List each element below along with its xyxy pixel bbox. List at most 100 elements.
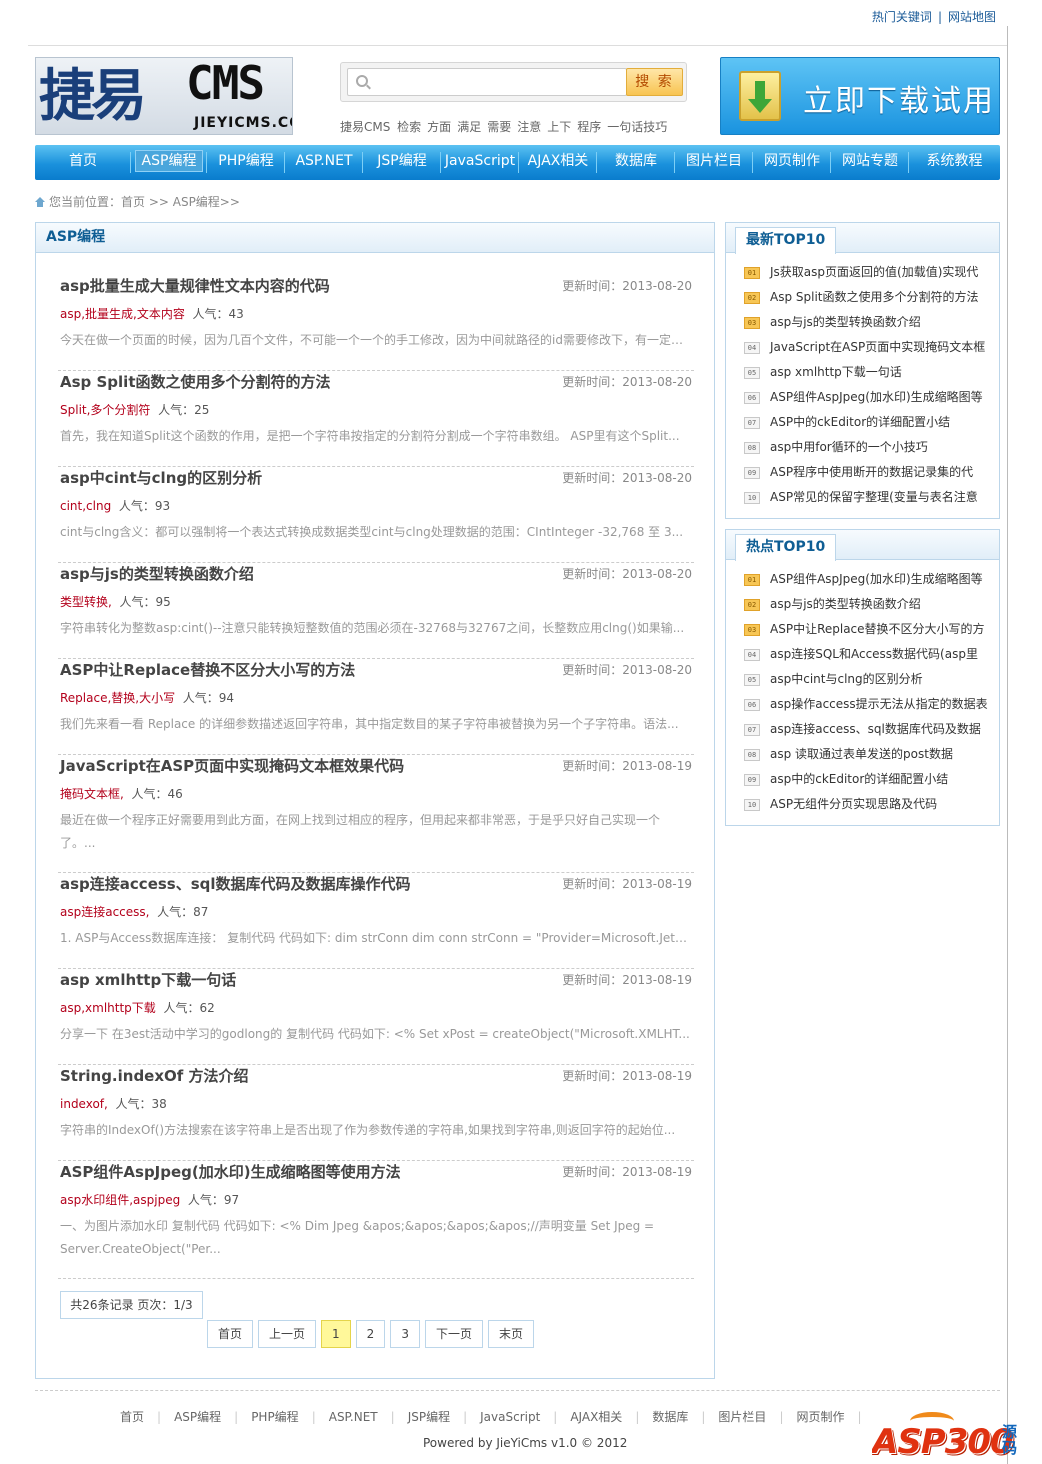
article-title-link[interactable]: String.indexOf 方法介绍	[60, 1065, 249, 1086]
hot-word[interactable]: 注意	[517, 120, 541, 134]
side-list-item[interactable]: 08 asp中用for循环的一个小技巧	[744, 435, 999, 460]
hot-word[interactable]: 程序	[577, 120, 601, 134]
side-list-item[interactable]: 05 asp中cint与clng的区别分析	[744, 667, 999, 692]
footer-nav-link[interactable]: 图片栏目	[718, 1410, 766, 1424]
pager-link[interactable]: 3	[390, 1320, 420, 1348]
hot-word[interactable]: 一句话技巧	[607, 120, 667, 134]
nav-item[interactable]: ASP编程	[131, 145, 207, 180]
nav-item[interactable]: 数据库	[597, 145, 675, 180]
side-list-item[interactable]: 05 asp xmlhttp下载一句话	[744, 360, 999, 385]
side-list-link[interactable]: asp连接access、sql数据库代码及数据	[770, 722, 981, 736]
side-list-item[interactable]: 07 asp连接access、sql数据库代码及数据	[744, 717, 999, 742]
hot-keywords-link[interactable]: 热门关键词	[872, 10, 932, 24]
article-title-link[interactable]: Asp Split函数之使用多个分割符的方法	[60, 371, 331, 392]
side-list-item[interactable]: 01 Js获取asp页面返回的值(加载值)实现代	[744, 260, 999, 285]
side-list-link[interactable]: ASP中让Replace替换不区分大小写的方	[770, 622, 985, 636]
side-list-link[interactable]: ASP程序中使用断开的数据记录集的代	[770, 465, 973, 479]
footer-nav-link[interactable]: AJAX相关	[570, 1410, 622, 1424]
side-list-item[interactable]: 07 ASP中的ckEditor的详细配置小结	[744, 410, 999, 435]
nav-item[interactable]: 图片栏目	[675, 145, 753, 180]
nav-item[interactable]: JavaScript	[441, 145, 519, 180]
article-tags[interactable]: 掩码文本框,	[60, 787, 124, 801]
nav-item[interactable]: JSP编程	[363, 145, 441, 180]
article-title-link[interactable]: JavaScript在ASP页面中实现掩码文本框效果代码	[60, 755, 404, 776]
pager-link[interactable]: 末页	[487, 1320, 534, 1348]
pager-link[interactable]: 1	[321, 1320, 351, 1348]
side-list-link[interactable]: ASP组件AspJpeg(加水印)生成缩略图等	[770, 572, 983, 586]
side-list-link[interactable]: ASP常见的保留字整理(变量与表名注意	[770, 490, 978, 504]
footer-nav-link[interactable]: JSP编程	[408, 1410, 450, 1424]
article-title-link[interactable]: asp批量生成大量规律性文本内容的代码	[60, 275, 330, 296]
side-list-link[interactable]: asp与js的类型转换函数介绍	[770, 315, 921, 329]
side-list-item[interactable]: 04 JavaScript在ASP页面中实现掩码文本框	[744, 335, 999, 360]
article-tags[interactable]: asp水印组件,aspjpeg	[60, 1193, 180, 1207]
nav-item[interactable]: PHP编程	[207, 145, 285, 180]
article-tags[interactable]: Replace,替换,大小写	[60, 691, 175, 705]
side-list-item[interactable]: 08 asp 读取通过表单发送的post数据	[744, 742, 999, 767]
side-list-item[interactable]: 02 Asp Split函数之使用多个分割符的方法	[744, 285, 999, 310]
side-list-item[interactable]: 06 ASP组件AspJpeg(加水印)生成缩略图等	[744, 385, 999, 410]
side-list-link[interactable]: asp连接SQL和Access数据代码(asp里	[770, 647, 978, 661]
nav-item[interactable]: 网站专题	[831, 145, 909, 180]
side-list-item[interactable]: 03 asp与js的类型转换函数介绍	[744, 310, 999, 335]
hot-word[interactable]: 捷易CMS 检索	[340, 120, 421, 134]
search-button[interactable]: 搜 索	[626, 68, 683, 96]
side-list-item[interactable]: 09 ASP程序中使用断开的数据记录集的代	[744, 460, 999, 485]
article-title-link[interactable]: asp xmlhttp下载一句话	[60, 969, 236, 990]
nav-item[interactable]: 系统教程	[909, 145, 1000, 180]
side-list-link[interactable]: asp中cint与clng的区别分析	[770, 672, 923, 686]
hot-word[interactable]: 方面	[427, 120, 451, 134]
hot-word[interactable]: 需要	[487, 120, 511, 134]
hot-word[interactable]: 上下	[547, 120, 571, 134]
nav-item[interactable]: AJAX相关	[519, 145, 597, 180]
side-list-item[interactable]: 10 ASP常见的保留字整理(变量与表名注意	[744, 485, 999, 510]
footer-nav-link[interactable]: ASP.NET	[329, 1410, 378, 1424]
footer-nav-link[interactable]: PHP编程	[251, 1410, 299, 1424]
side-list-link[interactable]: asp xmlhttp下载一句话	[770, 365, 902, 379]
search-input[interactable]	[374, 71, 622, 93]
side-list-item[interactable]: 02 asp与js的类型转换函数介绍	[744, 592, 999, 617]
article-title-link[interactable]: asp中cint与clng的区别分析	[60, 467, 262, 488]
side-list-item[interactable]: 10 ASP无组件分页实现思路及代码	[744, 792, 999, 817]
site-map-link[interactable]: 网站地图	[948, 10, 996, 24]
article-tags[interactable]: asp,xmlhttp下载	[60, 1001, 156, 1015]
pager-link[interactable]: 首页	[207, 1320, 254, 1348]
side-list-link[interactable]: ASP组件AspJpeg(加水印)生成缩略图等	[770, 390, 983, 404]
footer-nav-link[interactable]: 首页	[120, 1410, 144, 1424]
side-list-item[interactable]: 06 asp操作access提示无法从指定的数据表	[744, 692, 999, 717]
nav-item[interactable]: ASP.NET	[285, 145, 363, 180]
side-list-link[interactable]: ASP中的ckEditor的详细配置小结	[770, 415, 950, 429]
footer-nav-link[interactable]: 网页制作	[796, 1410, 844, 1424]
side-list-item[interactable]: 01 ASP组件AspJpeg(加水印)生成缩略图等	[744, 567, 999, 592]
side-list-link[interactable]: asp与js的类型转换函数介绍	[770, 597, 921, 611]
article-tags[interactable]: asp,批量生成,文本内容	[60, 307, 185, 321]
side-list-link[interactable]: ASP无组件分页实现思路及代码	[770, 797, 937, 811]
site-logo[interactable]: 捷易 CMS JIEYICMS.COM	[35, 57, 293, 135]
article-tags[interactable]: cint,clng	[60, 499, 111, 513]
side-list-link[interactable]: asp中用for循环的一个小技巧	[770, 440, 928, 454]
article-title-link[interactable]: asp与js的类型转换函数介绍	[60, 563, 254, 584]
nav-item[interactable]: 首页	[35, 145, 131, 180]
download-trial-banner[interactable]: 立即下载试用	[720, 57, 1000, 135]
side-list-link[interactable]: JavaScript在ASP页面中实现掩码文本框	[770, 340, 985, 354]
hot-word[interactable]: 满足	[457, 120, 481, 134]
side-list-item[interactable]: 09 asp中的ckEditor的详细配置小结	[744, 767, 999, 792]
pager-link[interactable]: 下一页	[424, 1320, 483, 1348]
side-list-item[interactable]: 04 asp连接SQL和Access数据代码(asp里	[744, 642, 999, 667]
article-tags[interactable]: asp连接access,	[60, 905, 149, 919]
side-list-link[interactable]: asp中的ckEditor的详细配置小结	[770, 772, 948, 786]
pager-link[interactable]: 2	[355, 1320, 386, 1348]
article-title-link[interactable]: ASP中让Replace替换不区分大小写的方法	[60, 659, 355, 680]
article-title-link[interactable]: ASP组件AspJpeg(加水印)生成缩略图等使用方法	[60, 1161, 401, 1182]
article-tags[interactable]: 类型转换,	[60, 595, 112, 609]
footer-nav-link[interactable]: ASP编程	[174, 1410, 221, 1424]
nav-item[interactable]: 网页制作	[753, 145, 831, 180]
side-list-link[interactable]: asp操作access提示无法从指定的数据表	[770, 697, 988, 711]
side-list-link[interactable]: asp 读取通过表单发送的post数据	[770, 747, 953, 761]
footer-nav-link[interactable]: JavaScript	[480, 1410, 540, 1424]
article-title-link[interactable]: asp连接access、sql数据库代码及数据库操作代码	[60, 873, 411, 894]
article-tags[interactable]: indexof,	[60, 1097, 108, 1111]
side-list-item[interactable]: 03 ASP中让Replace替换不区分大小写的方	[744, 617, 999, 642]
side-list-link[interactable]: Js获取asp页面返回的值(加载值)实现代	[770, 265, 978, 279]
side-list-link[interactable]: Asp Split函数之使用多个分割符的方法	[770, 290, 979, 304]
